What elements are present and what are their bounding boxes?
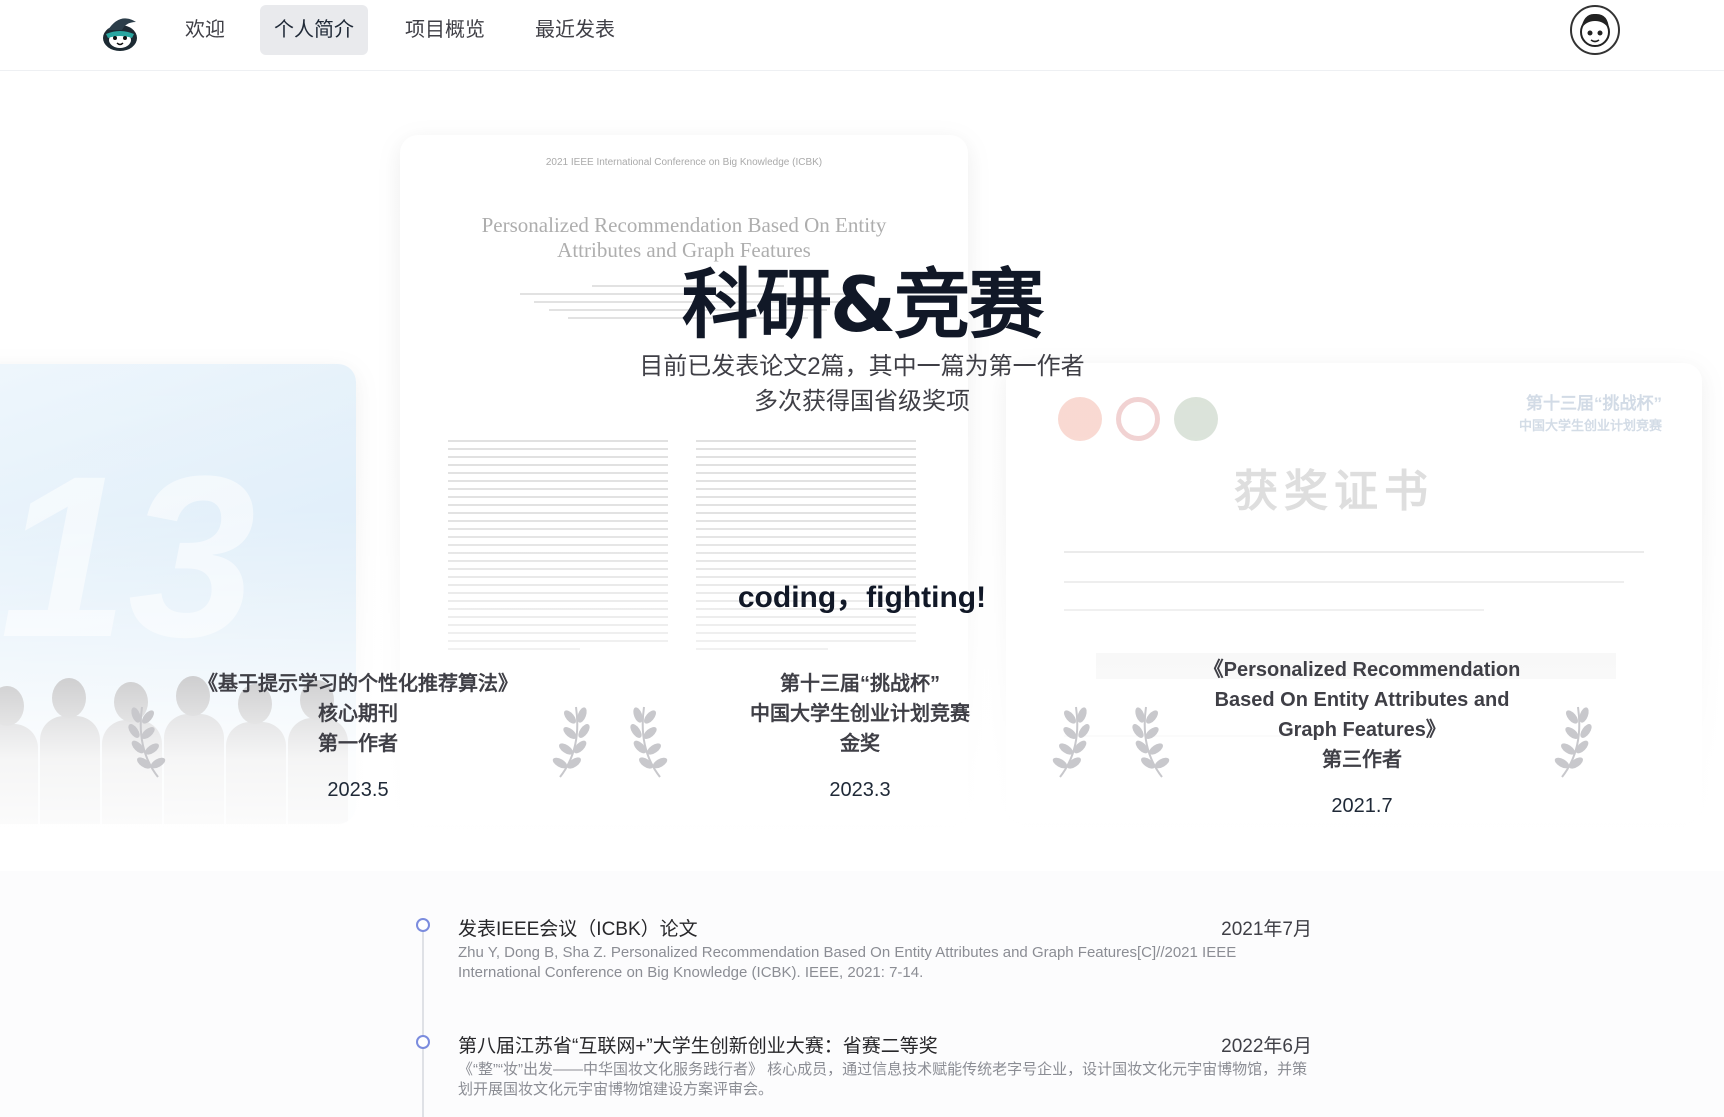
laurel-right-icon (1052, 706, 1090, 778)
award-line: 《基于提示学习的个性化推荐算法》 (198, 673, 518, 695)
award-line: Graph Features》 (1278, 719, 1446, 741)
nav-item-welcome[interactable]: 欢迎 (171, 5, 239, 55)
award-line: 第三作者 (1322, 749, 1402, 771)
nav-item-publications[interactable]: 最近发表 (521, 5, 629, 55)
nav-item-profile[interactable]: 个人简介 (260, 5, 368, 55)
nav-item-projects[interactable]: 项目概览 (391, 5, 499, 55)
hero-subtitle-line-1: 目前已发表论文2篇，其中一篇为第一作者 (639, 353, 1085, 380)
laurel-left-icon (630, 706, 668, 778)
paper-column-right (696, 440, 916, 656)
timeline-item-desc: Zhu Y, Dong B, Sha Z. Personalized Recom… (458, 944, 1237, 981)
hero-subtitle-line-2: 多次获得国省级奖项 (754, 388, 970, 415)
penguin-logo-icon[interactable] (96, 8, 144, 56)
laurel-right-icon (1554, 706, 1592, 778)
motto: coding，fighting! (737, 581, 987, 614)
timeline-section: 发表IEEE会议（ICBK）论文 2021年7月 Zhu Y, Dong B, … (0, 871, 1724, 1117)
timeline-dot (416, 1035, 430, 1049)
cartoon-avatar-icon (1580, 13, 1610, 47)
timeline-dot (416, 918, 430, 932)
timeline-item-desc: 《“整”“妆”出发——中华国妆文化服务践行者》 核心成员，通过信息技术赋能传统老… (458, 1061, 1308, 1098)
avatar[interactable] (1570, 5, 1620, 55)
top-navbar: 欢迎 个人简介 项目概览 最近发表 (0, 0, 1724, 71)
award-date: 2021.7 (1331, 795, 1393, 817)
timeline-item-title: 第八届江苏省“互联网+”大学生创新创业大赛：省赛二等奖 (458, 1036, 938, 1057)
paper-conference: 2021 IEEE International Conference on Bi… (545, 157, 823, 168)
award-line: 《Personalized Recommendation (1203, 659, 1521, 681)
award-date: 2023.3 (829, 779, 891, 801)
award-item-journal-paper: 《基于提示学习的个性化推荐算法》 核心期刊 第一作者 2023.5 (148, 669, 568, 802)
hero-title: 科研&竞赛 (681, 260, 1044, 349)
hero-section: 13 2021 IEEE International Conference on… (0, 71, 1724, 871)
event-logo-graphic: 13 (0, 428, 256, 685)
laurel-right-icon (552, 706, 590, 778)
laurel-left-icon (128, 706, 166, 778)
laurel-left-icon (1132, 706, 1170, 778)
timeline-item-title: 发表IEEE会议（ICBK）论文 (458, 919, 698, 940)
award-line: 中国大学生创业计划竞赛 (750, 703, 970, 725)
award-line: 第十三届“挑战杯” (780, 673, 940, 695)
certificate-title: 获奖证书 (1234, 466, 1434, 517)
award-item-challenge-cup: 第十三届“挑战杯” 中国大学生创业计划竞赛 金奖 2023.3 (650, 669, 1070, 802)
award-line: Based On Entity Attributes and (1214, 689, 1510, 711)
award-line: 金奖 (840, 733, 880, 755)
timeline-item-date: 2022年6月 (1221, 1036, 1312, 1057)
paper-column-left (448, 440, 668, 656)
timeline-item-date: 2021年7月 (1221, 919, 1312, 940)
award-item-ieee-paper: 《Personalized Recommendation Based On En… (1152, 655, 1572, 818)
award-date: 2023.5 (327, 779, 389, 801)
award-line: 第一作者 (318, 733, 398, 755)
award-line: 核心期刊 (318, 703, 398, 725)
timeline-axis (422, 926, 424, 1117)
